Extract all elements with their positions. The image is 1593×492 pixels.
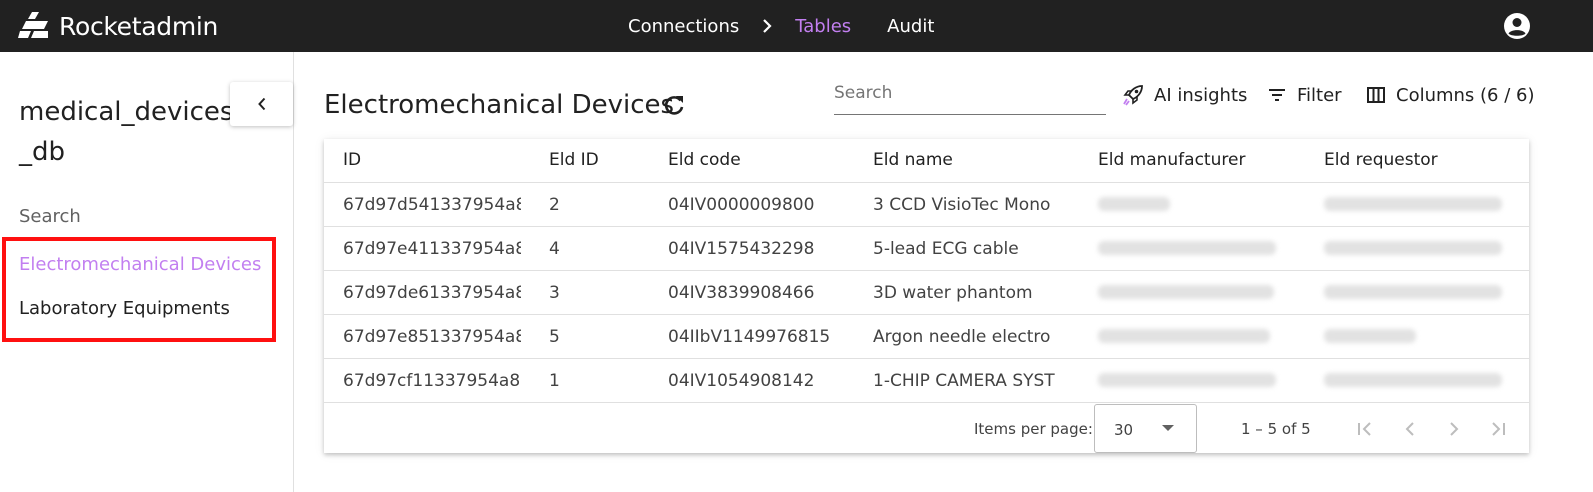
cell-eld-id: 2 bbox=[549, 195, 560, 215]
column-header-id[interactable]: ID bbox=[343, 150, 361, 170]
rocketadmin-logo-icon bbox=[18, 12, 48, 38]
sidebar: medical_devices_db Search Electromechani… bbox=[0, 52, 294, 492]
blurred-cell bbox=[1098, 197, 1170, 211]
first-page-icon[interactable] bbox=[1353, 417, 1377, 441]
cell-eld-id: 5 bbox=[549, 327, 560, 347]
nav-audit[interactable]: Audit bbox=[887, 16, 934, 37]
table-row[interactable]: 67d97e851337954a82 5 04IIbV1149976815 Ar… bbox=[324, 315, 1529, 359]
cell-eld-code: 04IV1054908142 bbox=[668, 371, 815, 391]
cell-eld-code: 04IIbV1149976815 bbox=[668, 327, 831, 347]
cell-eld-id: 4 bbox=[549, 239, 560, 259]
account-circle-icon[interactable] bbox=[1503, 12, 1531, 40]
data-table: ID Eld ID Eld code Eld name Eld manufact… bbox=[324, 139, 1529, 453]
cell-id: 67d97de61337954a82 bbox=[343, 283, 521, 303]
columns-label: Columns (6 / 6) bbox=[1396, 84, 1535, 106]
table-row[interactable]: 67d97de61337954a82 3 04IV3839908466 3D w… bbox=[324, 271, 1529, 315]
cell-eld-code: 04IV3839908466 bbox=[668, 283, 815, 303]
blurred-cell bbox=[1098, 285, 1274, 299]
chevron-left-icon bbox=[257, 97, 265, 111]
filter-button[interactable]: Filter bbox=[1267, 82, 1342, 108]
search-input[interactable] bbox=[834, 78, 1106, 108]
cell-id: 67d97cf11337954a82 bbox=[343, 371, 521, 391]
page-size-select[interactable]: 30 bbox=[1094, 404, 1197, 453]
paginator: Items per page: 30 1 – 5 of 5 bbox=[324, 404, 1529, 453]
items-per-page-label: Items per page: bbox=[974, 420, 1093, 438]
last-page-icon[interactable] bbox=[1486, 417, 1510, 441]
blurred-cell bbox=[1324, 197, 1502, 211]
table-row[interactable]: 67d97d541337954a82 2 04IV0000009800 3 CC… bbox=[324, 183, 1529, 227]
page-range: 1 – 5 of 5 bbox=[1241, 420, 1311, 438]
cell-eld-id: 1 bbox=[549, 371, 560, 391]
view-column-icon bbox=[1367, 87, 1385, 103]
column-header-eld-name[interactable]: Eld name bbox=[873, 150, 953, 170]
cell-id: 67d97e411337954a82 bbox=[343, 239, 521, 259]
database-title: medical_devices_db bbox=[19, 97, 234, 167]
sidebar-item-electromechanical-devices[interactable]: Electromechanical Devices bbox=[19, 254, 261, 275]
table-row[interactable]: 67d97cf11337954a82 1 04IV1054908142 1-CH… bbox=[324, 359, 1529, 403]
column-header-eld-manufacturer[interactable]: Eld manufacturer bbox=[1098, 150, 1245, 170]
filter-label: Filter bbox=[1297, 84, 1342, 106]
blurred-cell bbox=[1324, 241, 1502, 255]
column-header-eld-requestor[interactable]: Eld requestor bbox=[1324, 150, 1438, 170]
collapse-sidebar-button[interactable] bbox=[230, 82, 293, 126]
previous-page-icon[interactable] bbox=[1398, 417, 1422, 441]
cell-eld-name: 1-CHIP CAMERA SYST bbox=[873, 371, 1055, 391]
next-page-icon[interactable] bbox=[1442, 417, 1466, 441]
page-size-value: 30 bbox=[1114, 421, 1134, 439]
columns-button[interactable]: Columns (6 / 6) bbox=[1366, 82, 1535, 108]
blurred-cell bbox=[1324, 285, 1502, 299]
table-header: ID Eld ID Eld code Eld name Eld manufact… bbox=[324, 139, 1529, 183]
cell-id: 67d97e851337954a82 bbox=[343, 327, 521, 347]
app-name: Rocketadmin bbox=[59, 11, 219, 41]
chevron-right-icon bbox=[761, 18, 773, 34]
nav-connections[interactable]: Connections bbox=[628, 16, 739, 37]
blurred-cell bbox=[1098, 329, 1270, 343]
cell-eld-name: 3D water phantom bbox=[873, 283, 1033, 303]
sidebar-item-laboratory-equipments[interactable]: Laboratory Equipments bbox=[19, 298, 230, 319]
ai-insights-button[interactable]: AI insights bbox=[1122, 82, 1247, 108]
top-nav: Connections Tables Audit bbox=[628, 0, 934, 52]
column-header-eld-code[interactable]: Eld code bbox=[668, 150, 741, 170]
refresh-icon[interactable] bbox=[661, 93, 687, 119]
cell-eld-name: 3 CCD VisioTec Mono bbox=[873, 195, 1051, 215]
ai-insights-label: AI insights bbox=[1154, 84, 1248, 106]
rocket-icon bbox=[1123, 85, 1143, 106]
cell-eld-name: Argon needle electro bbox=[873, 327, 1051, 347]
nav-tables[interactable]: Tables bbox=[795, 16, 851, 37]
blurred-cell bbox=[1324, 373, 1502, 387]
logo[interactable]: Rocketadmin bbox=[18, 10, 218, 42]
cell-id: 67d97d541337954a82 bbox=[343, 195, 521, 215]
blurred-cell bbox=[1324, 329, 1416, 343]
blurred-cell bbox=[1098, 373, 1276, 387]
cell-eld-id: 3 bbox=[549, 283, 560, 303]
page-title: Electromechanical Devices bbox=[324, 90, 675, 120]
table-row[interactable]: 67d97e411337954a82 4 04IV1575432298 5-le… bbox=[324, 227, 1529, 271]
blurred-cell bbox=[1098, 241, 1276, 255]
sidebar-search[interactable]: Search bbox=[19, 206, 81, 227]
search-field[interactable] bbox=[834, 78, 1106, 115]
top-bar: Rocketadmin Connections Tables Audit bbox=[0, 0, 1593, 52]
cell-eld-code: 04IV1575432298 bbox=[668, 239, 815, 259]
cell-eld-code: 04IV0000009800 bbox=[668, 195, 815, 215]
filter-icon bbox=[1269, 89, 1285, 101]
column-header-eld-id[interactable]: Eld ID bbox=[549, 150, 599, 170]
dropdown-arrow-icon bbox=[1162, 425, 1174, 431]
cell-eld-name: 5-lead ECG cable bbox=[873, 239, 1019, 259]
highlight-box bbox=[2, 237, 276, 342]
